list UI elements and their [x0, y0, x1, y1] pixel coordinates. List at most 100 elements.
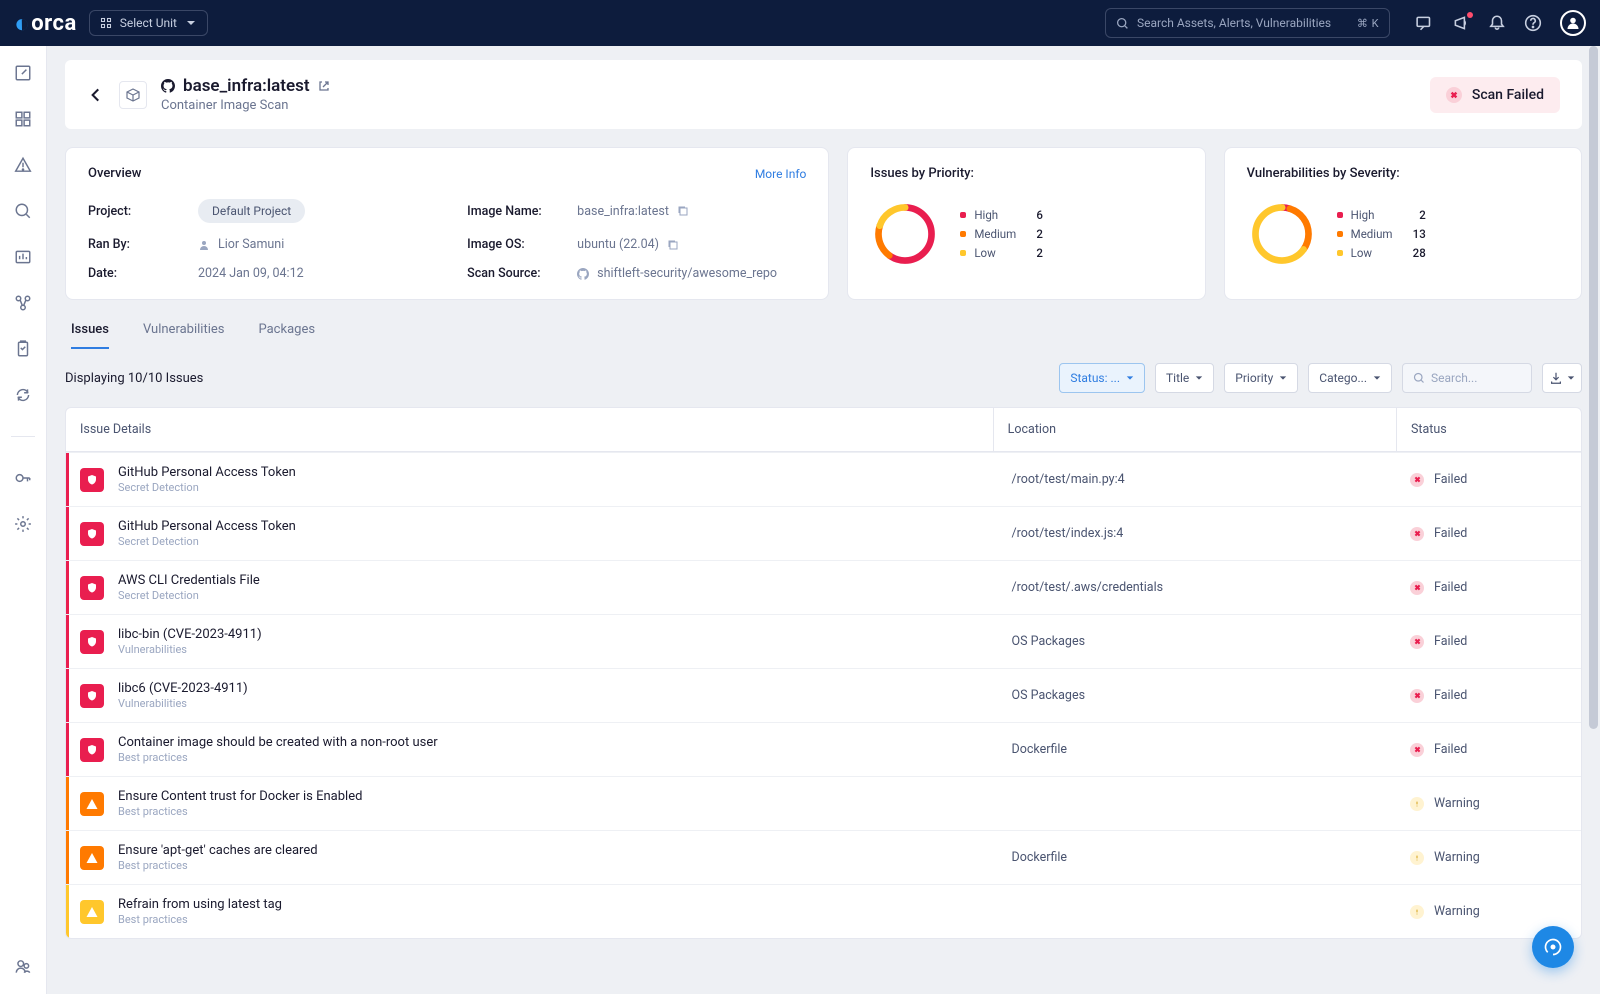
table-row[interactable]: AWS CLI Credentials FileSecret Detection…: [66, 560, 1581, 614]
tab-vulnerabilities[interactable]: Vulnerabilities: [143, 322, 225, 349]
issue-location: Dockerfile: [998, 850, 1396, 865]
feedback-icon[interactable]: [1416, 14, 1434, 32]
user-avatar[interactable]: [1560, 10, 1586, 36]
sidebar-item-compliance[interactable]: [14, 340, 32, 358]
issue-title: Refrain from using latest tag: [118, 897, 282, 912]
failed-icon: [1410, 527, 1424, 541]
table-row[interactable]: Ensure Content trust for Docker is Enabl…: [66, 776, 1581, 830]
help-icon[interactable]: [1524, 14, 1542, 32]
more-info-link[interactable]: More Info: [755, 167, 807, 181]
col-location: Location: [993, 408, 1396, 451]
col-status: Status: [1396, 408, 1581, 451]
table-row[interactable]: Refrain from using latest tagBest practi…: [66, 884, 1581, 938]
sidebar-item-inventory[interactable]: [14, 110, 32, 128]
issue-location: /root/test/.aws/credentials: [998, 580, 1396, 595]
external-link-icon[interactable]: [318, 80, 330, 92]
scrollbar[interactable]: [1587, 46, 1600, 994]
table-header: Issue Details Location Status: [66, 408, 1581, 452]
copy-icon[interactable]: [667, 239, 679, 251]
export-button[interactable]: [1542, 363, 1582, 393]
sidebar-item-users[interactable]: [14, 958, 32, 976]
issue-category: Secret Detection: [118, 535, 296, 548]
notifications-icon[interactable]: [1488, 14, 1506, 32]
table-row[interactable]: GitHub Personal Access TokenSecret Detec…: [66, 452, 1581, 506]
table-row[interactable]: Container image should be created with a…: [66, 722, 1581, 776]
table-row[interactable]: libc-bin (CVE-2023-4911)Vulnerabilities …: [66, 614, 1581, 668]
top-bar: ◐orca Select Unit Search Assets, Alerts,…: [0, 0, 1600, 46]
issue-category: Best practices: [118, 913, 282, 926]
table-row[interactable]: libc6 (CVE-2023-4911)Vulnerabilities OS …: [66, 668, 1581, 722]
legend-item: Low2: [960, 246, 1043, 260]
issue-status: Failed: [1396, 634, 1581, 649]
severity-badge: [80, 630, 104, 654]
announcements-icon[interactable]: [1452, 14, 1470, 32]
issue-status: Failed: [1396, 472, 1581, 487]
failed-icon: [1410, 473, 1424, 487]
sidebar-item-cicd[interactable]: [14, 386, 32, 404]
sidebar-item-reports[interactable]: [14, 248, 32, 266]
severity-badge: [80, 738, 104, 762]
sidebar-item-integrations[interactable]: [14, 294, 32, 312]
user-icon: [198, 239, 210, 251]
filter-title[interactable]: Title: [1155, 363, 1214, 393]
issue-status: Failed: [1396, 742, 1581, 757]
scan-header-card: base_infra:latest Container Image Scan S…: [65, 60, 1582, 129]
issue-location: OS Packages: [998, 634, 1396, 649]
table-row[interactable]: Ensure 'apt-get' caches are clearedBest …: [66, 830, 1581, 884]
sidebar-item-settings[interactable]: [14, 515, 32, 533]
filter-priority[interactable]: Priority: [1224, 363, 1298, 393]
issue-status: Warning: [1396, 796, 1581, 811]
severity-badge: [80, 684, 104, 708]
issues-priority-title: Issues by Priority:: [870, 166, 974, 181]
vuln-legend: High2Medium13Low28: [1337, 208, 1426, 260]
issue-title: libc6 (CVE-2023-4911): [118, 681, 248, 696]
issue-title: Ensure 'apt-get' caches are cleared: [118, 843, 318, 858]
issue-title: GitHub Personal Access Token: [118, 465, 296, 480]
legend-item: High2: [1337, 208, 1426, 222]
chevron-down-icon: [1126, 374, 1134, 382]
sidebar-item-alerts[interactable]: [14, 156, 32, 174]
issues-legend: High6Medium2Low2: [960, 208, 1043, 260]
page-title: base_infra:latest: [183, 76, 310, 96]
table-row[interactable]: GitHub Personal Access TokenSecret Detec…: [66, 506, 1581, 560]
search-placeholder: Search Assets, Alerts, Vulnerabilities: [1137, 16, 1331, 30]
failed-icon: [1446, 87, 1462, 103]
filter-status[interactable]: Status: ...: [1059, 363, 1145, 393]
chevron-down-icon: [1195, 374, 1203, 382]
tab-issues[interactable]: Issues: [71, 322, 109, 349]
vuln-donut-chart: [1247, 199, 1317, 269]
issue-category: Best practices: [118, 859, 318, 872]
sidebar-item-access[interactable]: [14, 469, 32, 487]
global-search-input[interactable]: Search Assets, Alerts, Vulnerabilities ⌘…: [1105, 8, 1390, 38]
issue-category: Best practices: [118, 751, 438, 764]
issue-category: Secret Detection: [118, 481, 296, 494]
project-pill[interactable]: Default Project: [198, 199, 305, 223]
scan-status-label: Scan Failed: [1472, 87, 1544, 103]
select-unit-dropdown[interactable]: Select Unit: [89, 10, 208, 36]
help-fab[interactable]: [1532, 926, 1574, 968]
col-details: Issue Details: [80, 422, 993, 437]
table-search-input[interactable]: Search...: [1402, 363, 1532, 393]
issue-category: Secret Detection: [118, 589, 260, 602]
failed-icon: [1410, 581, 1424, 595]
search-icon: [1413, 372, 1425, 384]
issue-location: Dockerfile: [998, 742, 1396, 757]
github-icon: [161, 79, 175, 93]
sidebar-item-dashboard[interactable]: [14, 64, 32, 82]
issue-status: Warning: [1396, 904, 1581, 919]
overview-card: Overview More Info Project:Default Proje…: [65, 147, 829, 300]
severity-badge: [80, 792, 104, 816]
tab-packages[interactable]: Packages: [258, 322, 315, 349]
issue-status: Failed: [1396, 526, 1581, 541]
tabs: Issues Vulnerabilities Packages: [65, 322, 1582, 349]
issue-category: Vulnerabilities: [118, 697, 248, 710]
issues-table: Issue Details Location Status GitHub Per…: [65, 407, 1582, 939]
filter-category[interactable]: Catego...: [1308, 363, 1392, 393]
legend-item: Medium2: [960, 227, 1043, 241]
back-button[interactable]: [87, 86, 105, 104]
legend-item: Low28: [1337, 246, 1426, 260]
sidebar-item-search[interactable]: [14, 202, 32, 220]
failed-icon: [1410, 743, 1424, 757]
chevron-down-icon: [1567, 374, 1575, 382]
copy-icon[interactable]: [677, 205, 689, 217]
